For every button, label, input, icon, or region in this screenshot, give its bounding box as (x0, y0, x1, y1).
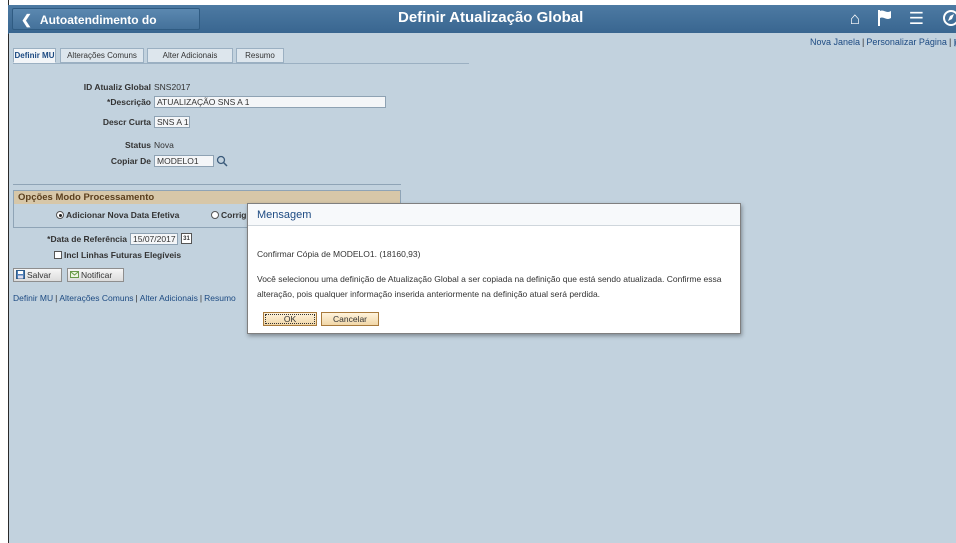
dialog-message-line: Você selecionou uma definição de Atualiz… (257, 274, 722, 284)
id-label: ID Atualiz Global (83, 82, 151, 92)
copiar-de-label: Copiar De (110, 156, 151, 166)
header-bar: ❮Autoatendimento do Gerente Definir Atua… (8, 5, 956, 49)
descr-curta-label: Descr Curta (102, 117, 151, 127)
chevron-left-icon: ❮ (21, 12, 32, 27)
tab-alter-adicionais[interactable]: Alter Adicionais (147, 48, 233, 63)
include-future-rows-label: Incl Linhas Futuras Elegíveis (64, 250, 182, 260)
link-alter-adicionais[interactable]: Alter Adicionais (140, 293, 198, 303)
include-future-rows-checkbox[interactable] (54, 251, 62, 259)
ok-button[interactable]: OK (263, 312, 317, 326)
calendar-icon[interactable]: 31 (181, 233, 192, 244)
dialog-message-line: alteração, pois qualquer informação inse… (257, 289, 601, 299)
descricao-label: *Descrição (107, 97, 151, 107)
tab-resumo[interactable]: Resumo (236, 48, 284, 63)
correct-history-label: Corrig (221, 210, 247, 220)
link-alteracoes-comuns[interactable]: Alterações Comuns (59, 293, 133, 303)
back-button[interactable]: ❮Autoatendimento do Gerente (12, 8, 200, 49)
tab-divider (13, 63, 469, 64)
page-title: Definir Atualização Global (398, 9, 584, 26)
descricao-field[interactable]: ATUALIZAÇÃO SNS A 1 (154, 96, 386, 108)
ref-date-field[interactable]: 15/07/2017 (130, 233, 178, 245)
add-effective-date-label: Adicionar Nova Data Efetiva (66, 210, 180, 220)
save-label: Salvar (27, 270, 52, 280)
dialog-title: Mensagem (248, 204, 740, 226)
home-icon[interactable]: ⌂ (850, 9, 860, 29)
notify-icon (70, 270, 79, 279)
correct-history-radio[interactable] (211, 211, 219, 219)
dialog-confirm-line: Confirmar Cópia de MODELO1. (18160,93) (257, 249, 421, 259)
tab-alteracoes-comuns[interactable]: Alterações Comuns (60, 48, 144, 63)
link-resumo[interactable]: Resumo (204, 293, 236, 303)
save-button[interactable]: Salvar (13, 268, 62, 282)
lookup-icon[interactable] (216, 154, 228, 172)
descr-curta-field[interactable]: SNS A 1 (154, 116, 190, 128)
notify-button[interactable]: Notificar (67, 268, 124, 282)
tab-definir-mu[interactable]: Definir MU (13, 48, 56, 63)
status-label: Status (125, 140, 151, 150)
compass-icon[interactable] (942, 9, 956, 32)
menu-icon[interactable]: ☰ (909, 9, 924, 29)
new-window-link[interactable]: Nova Janela (810, 37, 860, 47)
notify-label: Notificar (81, 270, 113, 280)
personalize-page-link[interactable]: Personalizar Página (866, 37, 947, 47)
copiar-de-field[interactable]: MODELO1 (154, 155, 214, 167)
status-value: Nova (154, 140, 174, 150)
id-value: SNS2017 (154, 82, 191, 92)
save-icon (16, 270, 25, 279)
link-definir-mu[interactable]: Definir MU (13, 293, 53, 303)
message-dialog: Mensagem Confirmar Cópia de MODELO1. (18… (247, 203, 741, 334)
utility-links: Nova Janela|Personalizar Página|▣ (810, 37, 956, 48)
flag-icon[interactable] (877, 9, 893, 32)
ref-date-label: *Data de Referência (47, 234, 127, 244)
section-divider (13, 184, 401, 185)
bottom-nav-links: Definir MU | Alterações Comuns | Alter Adici… (13, 293, 236, 303)
add-effective-date-radio[interactable] (56, 211, 64, 219)
cancel-button[interactable]: Cancelar (321, 312, 379, 326)
